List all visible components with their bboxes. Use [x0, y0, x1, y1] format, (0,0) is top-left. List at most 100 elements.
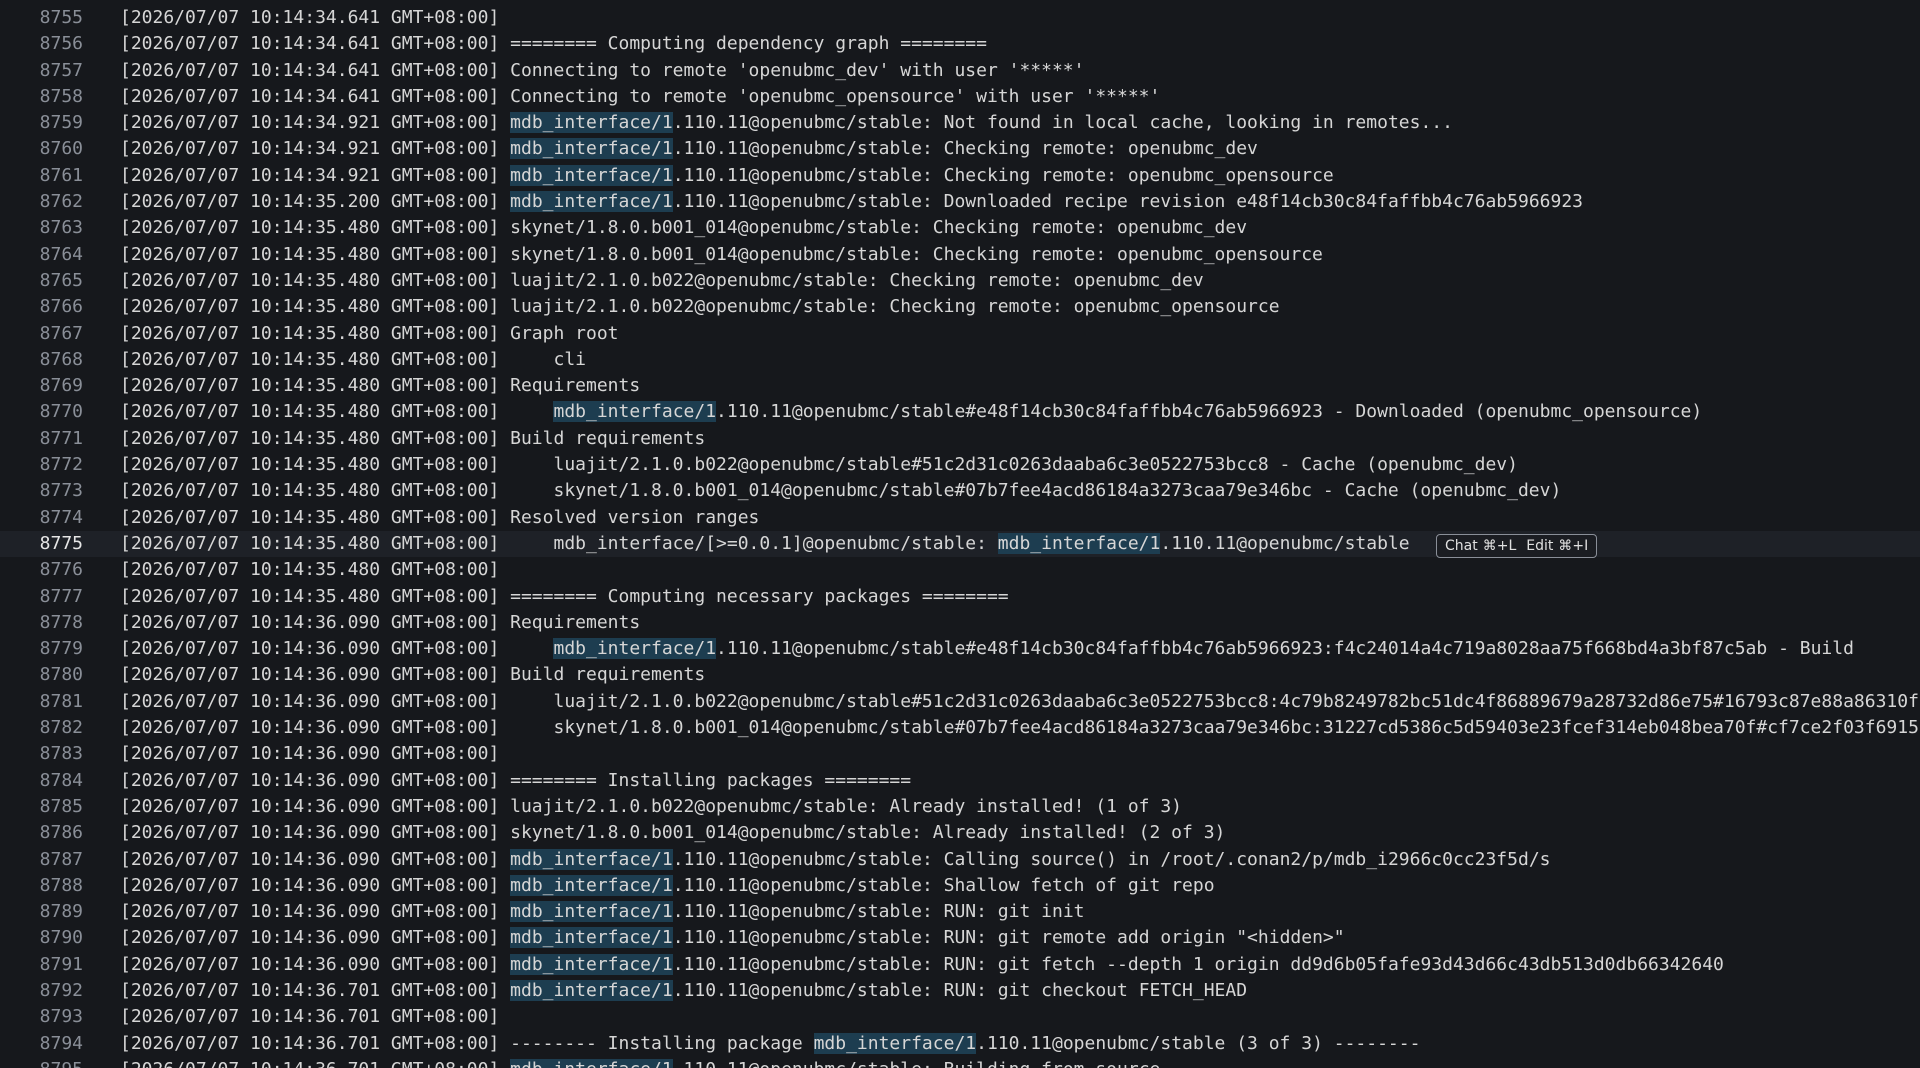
line-number: 8765: [39, 269, 83, 291]
line-number: 8771: [39, 427, 83, 449]
line-text-segment: [2026/07/07 10:14:36.090 GMT+08:00]: [120, 638, 554, 660]
line-text: [2026/07/07 10:14:36.701 GMT+08:00]: [120, 1004, 499, 1030]
search-match: mdb_interface/1: [510, 927, 673, 949]
line-text: [2026/07/07 10:14:35.480 GMT+08:00]: [120, 557, 499, 583]
log-line[interactable]: 8781 [2026/07/07 10:14:36.090 GMT+08:00] …: [0, 689, 1920, 715]
log-line-current[interactable]: 8775 [2026/07/07 10:14:35.480 GMT+08:00] …: [0, 530, 1920, 558]
line-text-segment: .110.11@openubmc/stable: Downloaded reci…: [672, 191, 1584, 213]
log-line[interactable]: 8759 [2026/07/07 10:14:34.921 GMT+08:00] …: [0, 110, 1920, 136]
line-number: 8778: [39, 611, 83, 633]
log-line[interactable]: 8794 [2026/07/07 10:14:36.701 GMT+08:00] …: [0, 1031, 1920, 1057]
log-line[interactable]: 8787 [2026/07/07 10:14:36.090 GMT+08:00] …: [0, 847, 1920, 873]
line-text-segment: [2026/07/07 10:14:36.090 GMT+08:00] ====…: [120, 769, 912, 791]
line-number: 8777: [39, 585, 83, 607]
log-line[interactable]: 8778 [2026/07/07 10:14:36.090 GMT+08:00] …: [0, 610, 1920, 636]
log-line[interactable]: 8790 [2026/07/07 10:14:36.090 GMT+08:00] …: [0, 925, 1920, 951]
log-editor[interactable]: 8755 [2026/07/07 10:14:34.641 GMT+08:00] 8…: [0, 0, 1920, 1068]
line-text: [2026/07/07 10:14:35.480 GMT+08:00] luaj…: [120, 268, 1204, 294]
log-line[interactable]: 8777 [2026/07/07 10:14:35.480 GMT+08:00] …: [0, 584, 1920, 610]
line-text: [2026/07/07 10:14:36.090 GMT+08:00] luaj…: [120, 689, 1920, 715]
search-match: mdb_interface/1: [553, 638, 717, 660]
line-text: [2026/07/07 10:14:35.480 GMT+08:00] ====…: [120, 584, 1009, 610]
log-line[interactable]: 8789 [2026/07/07 10:14:36.090 GMT+08:00] …: [0, 899, 1920, 925]
log-line[interactable]: 8760 [2026/07/07 10:14:34.921 GMT+08:00] …: [0, 136, 1920, 162]
line-text: [2026/07/07 10:14:36.090 GMT+08:00] Requ…: [120, 610, 640, 636]
log-line[interactable]: 8774 [2026/07/07 10:14:35.480 GMT+08:00] …: [0, 505, 1920, 531]
line-number: 8776: [39, 559, 83, 581]
line-text-segment: .110.11@openubmc/stable: Calling source(…: [672, 848, 1551, 870]
log-line[interactable]: 8764 [2026/07/07 10:14:35.480 GMT+08:00] …: [0, 242, 1920, 268]
log-line[interactable]: 8773 [2026/07/07 10:14:35.480 GMT+08:00] …: [0, 478, 1920, 504]
log-line[interactable]: 8757 [2026/07/07 10:14:34.641 GMT+08:00] …: [0, 58, 1920, 84]
line-text: [2026/07/07 10:14:36.701 GMT+08:00] ----…: [120, 1031, 1420, 1057]
line-text-segment: .110.11@openubmc/stable: Shallow fetch o…: [672, 874, 1215, 896]
log-line[interactable]: 8793 [2026/07/07 10:14:36.701 GMT+08:00]: [0, 1004, 1920, 1030]
search-match: mdb_interface/1: [997, 532, 1161, 554]
log-line[interactable]: 8785 [2026/07/07 10:14:36.090 GMT+08:00] …: [0, 794, 1920, 820]
log-line[interactable]: 8770 [2026/07/07 10:14:35.480 GMT+08:00] …: [0, 399, 1920, 425]
line-text-segment: .110.11@openubmc/stable: RUN: git fetch …: [672, 953, 1724, 975]
line-text: [2026/07/07 10:14:35.480 GMT+08:00] mdb_…: [120, 399, 1702, 425]
line-text-segment: .110.11@openubmc/stable (3 of 3) -------…: [976, 1032, 1421, 1054]
log-line[interactable]: 8762 [2026/07/07 10:14:35.200 GMT+08:00] …: [0, 189, 1920, 215]
inline-ai-hint[interactable]: Chat ⌘+L Edit ⌘+I: [1436, 533, 1598, 558]
log-line[interactable]: 8769 [2026/07/07 10:14:35.480 GMT+08:00] …: [0, 373, 1920, 399]
line-text-segment: [2026/07/07 10:14:34.641 GMT+08:00] Conn…: [120, 59, 1085, 81]
log-line[interactable]: 8756 [2026/07/07 10:14:34.641 GMT+08:00] …: [0, 31, 1920, 57]
line-text: [2026/07/07 10:14:36.090 GMT+08:00]: [120, 741, 499, 767]
log-line[interactable]: 8772 [2026/07/07 10:14:35.480 GMT+08:00] …: [0, 452, 1920, 478]
line-number: 8790: [39, 927, 83, 949]
log-line[interactable]: 8791 [2026/07/07 10:14:36.090 GMT+08:00] …: [0, 952, 1920, 978]
line-text-segment: [2026/07/07 10:14:36.090 GMT+08:00]: [120, 874, 511, 896]
log-line[interactable]: 8768 [2026/07/07 10:14:35.480 GMT+08:00] …: [0, 347, 1920, 373]
log-line[interactable]: 8766 [2026/07/07 10:14:35.480 GMT+08:00] …: [0, 294, 1920, 320]
line-text: [2026/07/07 10:14:34.641 GMT+08:00]: [120, 5, 499, 31]
log-line[interactable]: 8758 [2026/07/07 10:14:34.641 GMT+08:00] …: [0, 84, 1920, 110]
log-line[interactable]: 8780 [2026/07/07 10:14:36.090 GMT+08:00] …: [0, 662, 1920, 688]
line-number: 8762: [39, 191, 83, 213]
search-match: mdb_interface/1: [510, 953, 673, 975]
line-text: [2026/07/07 10:14:36.090 GMT+08:00] mdb_…: [120, 952, 1724, 978]
log-line[interactable]: 8792 [2026/07/07 10:14:36.701 GMT+08:00] …: [0, 978, 1920, 1004]
line-text: [2026/07/07 10:14:34.921 GMT+08:00] mdb_…: [120, 136, 1258, 162]
log-line[interactable]: 8784 [2026/07/07 10:14:36.090 GMT+08:00] …: [0, 768, 1920, 794]
log-line[interactable]: 8788 [2026/07/07 10:14:36.090 GMT+08:00] …: [0, 873, 1920, 899]
line-text: [2026/07/07 10:14:34.641 GMT+08:00] Conn…: [120, 58, 1085, 84]
log-line[interactable]: 8765 [2026/07/07 10:14:35.480 GMT+08:00] …: [0, 268, 1920, 294]
log-line[interactable]: 8755 [2026/07/07 10:14:34.641 GMT+08:00]: [0, 5, 1920, 31]
log-line[interactable]: 8782 [2026/07/07 10:14:36.090 GMT+08:00] …: [0, 715, 1920, 741]
search-match: mdb_interface/1: [510, 848, 673, 870]
line-text-segment: [2026/07/07 10:14:35.480 GMT+08:00] skyn…: [120, 480, 1562, 502]
log-line[interactable]: 8767 [2026/07/07 10:14:35.480 GMT+08:00] …: [0, 321, 1920, 347]
search-match: mdb_interface/1: [510, 901, 673, 923]
line-text: [2026/07/07 10:14:35.480 GMT+08:00] luaj…: [120, 294, 1280, 320]
line-text-segment: .110.11@openubmc/stable: Not found in lo…: [672, 112, 1453, 134]
log-line[interactable]: 8776 [2026/07/07 10:14:35.480 GMT+08:00]: [0, 557, 1920, 583]
line-text-segment: [2026/07/07 10:14:36.090 GMT+08:00]: [120, 848, 511, 870]
log-line[interactable]: 8783 [2026/07/07 10:14:36.090 GMT+08:00]: [0, 741, 1920, 767]
line-text: [2026/07/07 10:14:36.701 GMT+08:00] mdb_…: [120, 1057, 1160, 1068]
line-number: 8793: [39, 1006, 83, 1028]
edit-shortcut: ⌘+I: [1558, 537, 1589, 554]
log-line[interactable]: 8771 [2026/07/07 10:14:35.480 GMT+08:00] …: [0, 426, 1920, 452]
line-text: [2026/07/07 10:14:36.090 GMT+08:00] mdb_…: [120, 899, 1085, 925]
log-line[interactable]: 8763 [2026/07/07 10:14:35.480 GMT+08:00] …: [0, 215, 1920, 241]
line-text-segment: [2026/07/07 10:14:35.480 GMT+08:00] luaj…: [120, 269, 1204, 291]
line-text-segment: [2026/07/07 10:14:36.701 GMT+08:00]: [120, 979, 511, 1001]
line-text-segment: [2026/07/07 10:14:35.480 GMT+08:00] mdb_…: [120, 532, 998, 554]
line-number: 8782: [39, 717, 83, 739]
line-text: [2026/07/07 10:14:35.480 GMT+08:00] Requ…: [120, 373, 640, 399]
line-text: [2026/07/07 10:14:36.090 GMT+08:00] Buil…: [120, 662, 705, 688]
log-line[interactable]: 8795 [2026/07/07 10:14:36.701 GMT+08:00] …: [0, 1057, 1920, 1068]
log-line[interactable]: 8786 [2026/07/07 10:14:36.090 GMT+08:00] …: [0, 820, 1920, 846]
line-number: 8759: [39, 112, 83, 134]
line-text-segment: .110.11@openubmc/stable: Building from s…: [673, 1059, 1161, 1068]
log-line[interactable]: 8779 [2026/07/07 10:14:36.090 GMT+08:00] …: [0, 636, 1920, 662]
log-line[interactable]: 8761 [2026/07/07 10:14:34.921 GMT+08:00] …: [0, 163, 1920, 189]
search-match: mdb_interface/1: [510, 138, 673, 160]
line-number: 8758: [39, 85, 83, 107]
line-text-segment: [2026/07/07 10:14:36.701 GMT+08:00]: [120, 1006, 500, 1028]
line-text: [2026/07/07 10:14:36.090 GMT+08:00] luaj…: [120, 794, 1182, 820]
line-text-segment: [2026/07/07 10:14:35.480 GMT+08:00] skyn…: [120, 243, 1323, 265]
line-text: [2026/07/07 10:14:36.701 GMT+08:00] mdb_…: [120, 978, 1247, 1004]
